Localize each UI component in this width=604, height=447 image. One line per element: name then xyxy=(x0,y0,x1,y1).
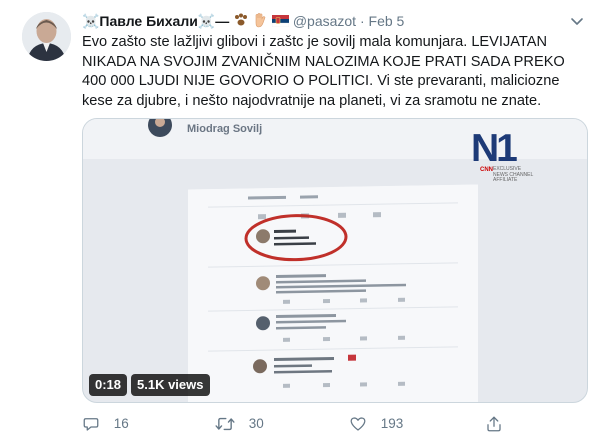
reply-button[interactable]: 16 xyxy=(82,412,129,436)
user-handle[interactable]: @pasazot xyxy=(293,13,356,29)
tweet-text: Evo zašto ste lažljivi glibovi i zaštc j… xyxy=(82,34,565,109)
avatar[interactable] xyxy=(22,12,71,61)
reply-icon xyxy=(82,416,104,432)
video-avatar-icon xyxy=(148,119,172,137)
retweet-button[interactable]: 30 xyxy=(215,412,264,436)
header-separator: · xyxy=(359,13,365,29)
chevron-down-icon[interactable] xyxy=(568,12,586,30)
share-icon xyxy=(485,416,503,432)
tweet-actions: 16 30 193 xyxy=(82,412,602,436)
tweet-date[interactable]: Feb 5 xyxy=(369,13,405,29)
n1-logo: N1 xyxy=(471,127,518,170)
retweet-count: 30 xyxy=(248,416,264,432)
cnn-logo: CNN xyxy=(480,167,493,173)
video-frame-tweet-thread xyxy=(188,184,478,402)
like-button[interactable]: 193 xyxy=(349,412,403,436)
tweet-header: ☠️Павле Бихали☠️— @pasazot · Feb 5 xyxy=(82,12,404,30)
heart-icon xyxy=(349,416,371,432)
serbia-flag-icon xyxy=(271,13,290,31)
tweet-card[interactable]: ☠️Павле Бихали☠️— @pasazot · Feb 5 Evo z… xyxy=(0,0,604,447)
raised-hand-icon xyxy=(253,12,268,32)
video-views-badge: 5.1K views xyxy=(131,374,210,396)
paw-prints-icon xyxy=(233,13,249,31)
retweet-icon xyxy=(215,416,239,431)
video-duration-badge: 0:18 xyxy=(89,374,128,396)
like-count: 193 xyxy=(380,416,404,432)
share-button[interactable] xyxy=(485,412,503,436)
video-account-name: Miodrag Sovilj xyxy=(187,123,263,135)
display-name[interactable]: ☠️Павле Бихали☠️— xyxy=(82,13,229,29)
video-player[interactable]: Miodrag Sovilj N1 CNN EXCLUSIVE NEWS CHA… xyxy=(82,118,588,403)
n1-logo-subtitle: EXCLUSIVE NEWS CHANNEL AFFILIATE xyxy=(493,166,534,183)
reply-count: 16 xyxy=(113,416,129,432)
